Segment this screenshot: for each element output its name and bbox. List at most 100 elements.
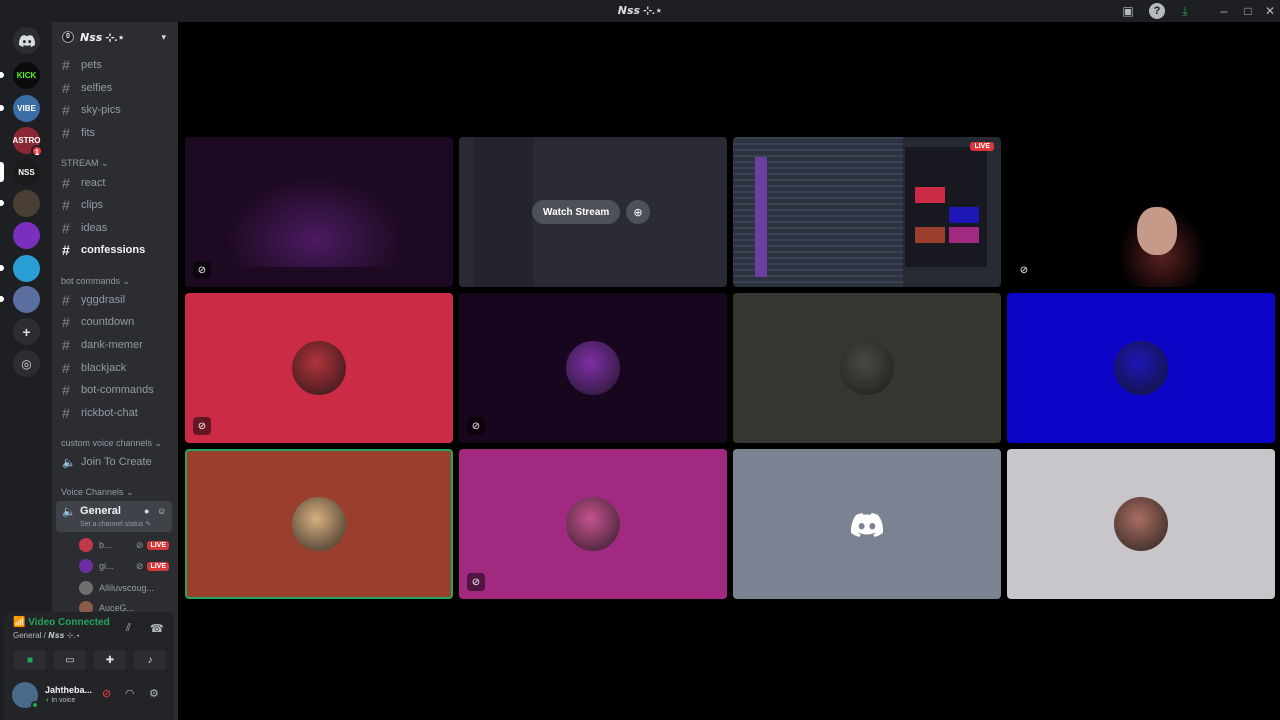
stream-tile[interactable]: Watch Stream ⊕ bbox=[459, 137, 727, 287]
category-custom-voice[interactable]: custom voice channels ⌄ bbox=[61, 438, 162, 449]
video-tile[interactable] bbox=[733, 293, 1001, 443]
guild-icon: 0 bbox=[62, 31, 74, 43]
channel-react[interactable]: # react bbox=[56, 173, 174, 193]
hash-icon: # bbox=[62, 314, 70, 330]
hash-icon: # bbox=[62, 382, 70, 398]
video-feed bbox=[1137, 207, 1177, 255]
server-icon[interactable] bbox=[13, 222, 40, 249]
help-icon[interactable]: ? bbox=[1149, 3, 1165, 19]
video-tile[interactable]: ⊘ bbox=[185, 293, 453, 443]
watch-stream-button[interactable]: Watch Stream bbox=[532, 200, 621, 224]
stream-preview bbox=[755, 157, 767, 277]
compass-icon: ◎ bbox=[21, 356, 32, 371]
channel-confessions[interactable]: # confessions bbox=[56, 240, 174, 260]
channel-status-button[interactable]: Set a channel status ✎ bbox=[80, 520, 151, 528]
live-stream-tile[interactable]: LIVE bbox=[733, 137, 1001, 287]
activities-button[interactable]: ✚ bbox=[94, 650, 126, 670]
channel-bot-commands[interactable]: # bot-commands bbox=[56, 380, 174, 400]
server-unread-pill bbox=[0, 265, 4, 271]
voice-user-name: b... bbox=[99, 540, 112, 550]
inbox-icon[interactable]: ▣ bbox=[1120, 3, 1136, 19]
video-tile[interactable] bbox=[733, 449, 1001, 599]
disconnect-icon[interactable]: ☎ bbox=[150, 622, 164, 635]
channel-label: blackjack bbox=[81, 362, 127, 374]
channel-dank-memer[interactable]: # dank-memer bbox=[56, 335, 174, 355]
category-voice-channels[interactable]: Voice Channels ⌄ bbox=[61, 487, 134, 498]
channel-rickbot-chat[interactable]: # rickbot-chat bbox=[56, 403, 174, 423]
category-bot-commands[interactable]: bot commands ⌄ bbox=[61, 276, 130, 287]
channel-status-label: Set a channel status bbox=[80, 521, 144, 528]
gear-icon[interactable]: ⚙ bbox=[149, 687, 159, 700]
title-bar: 𝙉𝙨𝙨 ⊹.⋆ ▣ ? ⤓ – □ ✕ bbox=[0, 0, 1280, 22]
add-user-icon[interactable]: ☺ bbox=[157, 506, 166, 516]
voice-user[interactable]: Alliluvscoug... bbox=[79, 579, 169, 597]
server-astro-label: ASTRO bbox=[12, 136, 41, 145]
live-badge: LIVE bbox=[147, 561, 169, 571]
server-icon[interactable] bbox=[13, 190, 40, 217]
voice-user[interactable]: gi... ⊘ LIVE bbox=[79, 557, 169, 575]
screen-share-button[interactable]: ▭ bbox=[54, 650, 86, 670]
discord-logo-icon bbox=[18, 34, 35, 47]
add-server-button[interactable]: + bbox=[13, 318, 40, 345]
guild-header[interactable]: 0 𝙉𝙨𝙨 ⊹.⋆ ▾ bbox=[52, 22, 178, 52]
hash-icon: # bbox=[62, 405, 70, 421]
server-vibe[interactable]: VIBE bbox=[13, 95, 40, 122]
mic-muted-icon: ⊘ bbox=[193, 417, 211, 435]
category-label: STREAM bbox=[61, 158, 99, 168]
server-astro[interactable]: ASTRO 1 bbox=[12, 127, 43, 157]
chevron-down-icon: ▾ bbox=[161, 31, 166, 42]
channel-fits[interactable]: # fits bbox=[56, 123, 174, 143]
category-stream[interactable]: STREAM ⌄ bbox=[61, 158, 109, 169]
video-tile[interactable] bbox=[1007, 449, 1275, 599]
channel-label: react bbox=[81, 177, 106, 189]
server-nss[interactable]: NSS bbox=[13, 159, 40, 186]
camera-button[interactable]: ■ bbox=[14, 650, 46, 670]
discord-home-button[interactable] bbox=[13, 27, 40, 54]
chat-bubble-icon[interactable]: ● bbox=[144, 506, 149, 516]
channel-clips[interactable]: # clips bbox=[56, 195, 174, 215]
voice-user[interactable]: b... ⊘ LIVE bbox=[79, 536, 169, 554]
noise-suppression-icon[interactable]: ⫽ bbox=[126, 622, 131, 635]
channel-label: clips bbox=[81, 199, 104, 211]
video-tile[interactable] bbox=[1007, 293, 1275, 443]
minimize-icon[interactable]: – bbox=[1216, 3, 1232, 19]
server-selected-pill bbox=[0, 162, 4, 182]
channel-countdown[interactable]: # countdown bbox=[56, 312, 174, 332]
category-label: custom voice channels bbox=[61, 438, 153, 448]
mic-muted-icon: ⊘ bbox=[467, 417, 485, 435]
hash-icon: # bbox=[62, 125, 70, 141]
hash-icon: # bbox=[62, 220, 70, 236]
discover-button[interactable]: ◎ bbox=[13, 350, 40, 377]
channel-sky-pics[interactable]: # sky-pics bbox=[56, 100, 174, 120]
video-tile[interactable]: ⊘ bbox=[185, 137, 453, 287]
download-icon[interactable]: ⤓ bbox=[1177, 3, 1193, 19]
channel-yggdrasil[interactable]: # yggdrasil bbox=[56, 290, 174, 310]
channel-label: rickbot-chat bbox=[81, 407, 138, 419]
video-tile[interactable]: ⊘ bbox=[1007, 137, 1275, 287]
video-tile[interactable]: ⊘ bbox=[459, 293, 727, 443]
hash-icon: # bbox=[62, 175, 70, 191]
voice-channel-join-to-create[interactable]: 🔈 Join To Create bbox=[56, 452, 174, 472]
maximize-icon[interactable]: □ bbox=[1240, 3, 1256, 19]
watch-stream-popout-icon[interactable]: ⊕ bbox=[626, 200, 650, 224]
channel-blackjack[interactable]: # blackjack bbox=[56, 358, 174, 378]
soundboard-button[interactable]: ♪ bbox=[134, 650, 166, 670]
close-icon[interactable]: ✕ bbox=[1262, 3, 1278, 19]
username[interactable]: Jahtheba... bbox=[45, 685, 92, 695]
video-tile[interactable]: ⊘ bbox=[459, 449, 727, 599]
voice-connection-status[interactable]: 📶 Video Connected bbox=[13, 617, 110, 628]
mic-muted-icon[interactable]: ⊘ bbox=[102, 687, 111, 700]
server-icon[interactable] bbox=[13, 286, 40, 313]
headphones-icon[interactable]: ◠ bbox=[125, 687, 135, 700]
channel-ideas[interactable]: # ideas bbox=[56, 218, 174, 238]
server-icon[interactable] bbox=[13, 255, 40, 282]
voice-channel-general[interactable]: 🔈 General Set a channel status ✎ ● ☺ bbox=[56, 501, 172, 532]
video-tile-speaking[interactable] bbox=[185, 449, 453, 599]
channel-label: fits bbox=[81, 127, 96, 139]
server-kick[interactable]: KICK bbox=[13, 62, 40, 89]
channel-selfies[interactable]: # selfies bbox=[56, 78, 174, 98]
channel-pets[interactable]: # pets bbox=[56, 55, 174, 75]
hash-icon: # bbox=[62, 292, 70, 308]
server-nss-label: NSS bbox=[18, 168, 35, 177]
channel-label: confessions bbox=[81, 244, 146, 256]
